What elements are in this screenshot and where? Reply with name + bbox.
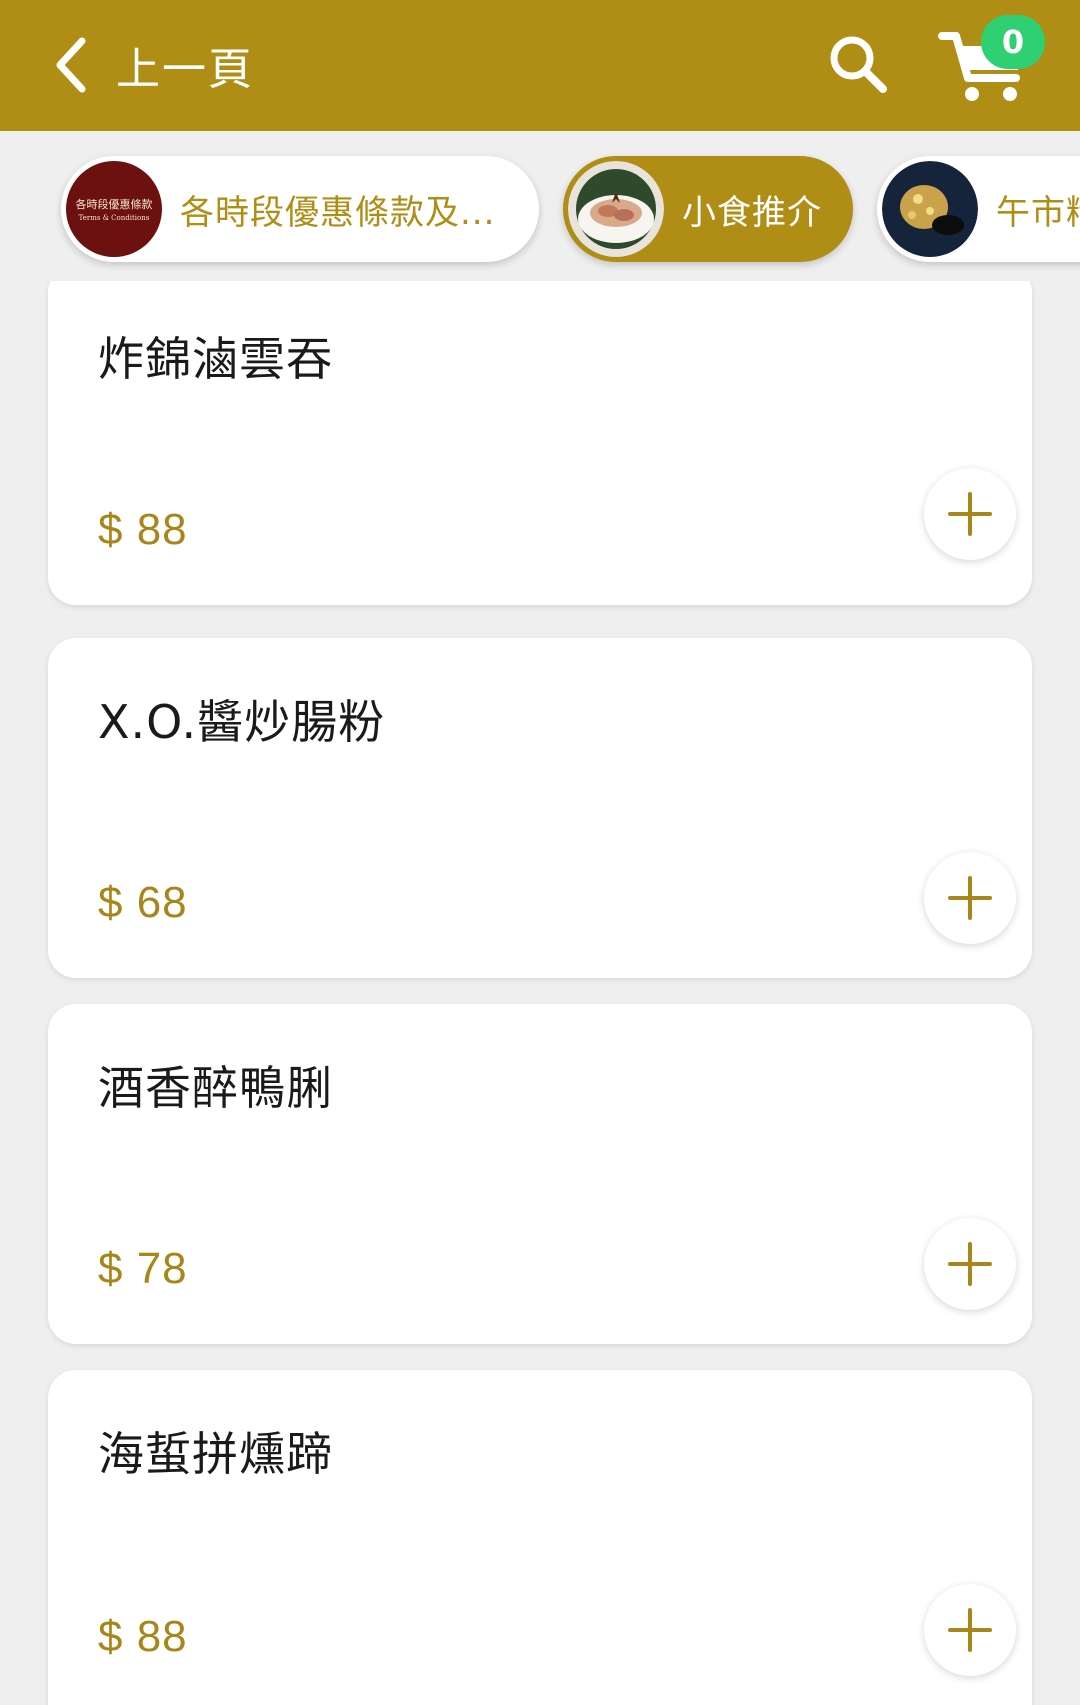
- snacks-thumbnail: [568, 161, 664, 257]
- category-chip-label: 各時段優惠條款及...: [180, 192, 496, 233]
- menu-item-card[interactable]: X.O.醬炒腸粉 $ 68: [48, 638, 1032, 978]
- terms-thumbnail-subtext: Terms & Conditions: [78, 214, 150, 222]
- terms-thumbnail-text: 各時段優惠條款: [75, 198, 153, 211]
- add-to-cart-button[interactable]: [924, 852, 1016, 944]
- back-button[interactable]: 上一頁: [52, 30, 254, 100]
- chevron-left-icon: [56, 37, 86, 93]
- cart-count-badge: 0: [981, 15, 1045, 69]
- menu-item-card[interactable]: 炸錦滷雲吞 $ 88: [48, 281, 1032, 605]
- menu-item-card[interactable]: 海蜇拼燻蹄 $ 88: [48, 1370, 1032, 1705]
- category-chip-label: 小食推介: [682, 192, 822, 233]
- menu-item-list[interactable]: 炸錦滷雲吞 $ 88 X.O.醬炒腸粉 $ 68 酒香醉鴨脷 $ 78 海蜇拼燻…: [0, 281, 1080, 1705]
- plus-icon: [948, 492, 992, 536]
- add-to-cart-button[interactable]: [924, 1218, 1016, 1310]
- menu-item-price: $ 68: [98, 878, 188, 927]
- plus-icon: [948, 876, 992, 920]
- menu-item-price: $ 88: [98, 505, 188, 554]
- menu-item-name: 海蜇拼燻蹄: [98, 1427, 333, 1481]
- category-chip-terms[interactable]: 各時段優惠條款 Terms & Conditions 各時段優惠條款及...: [61, 156, 539, 262]
- top-app-bar: 上一頁 0: [0, 0, 1080, 131]
- category-chip-snacks[interactable]: 小食推介: [563, 156, 853, 262]
- plus-icon: [948, 1242, 992, 1286]
- terms-thumbnail: 各時段優惠條款 Terms & Conditions: [66, 161, 162, 257]
- add-to-cart-button[interactable]: [924, 468, 1016, 560]
- search-button[interactable]: [826, 32, 890, 96]
- menu-item-card[interactable]: 酒香醉鴨脷 $ 78: [48, 1004, 1032, 1344]
- menu-item-name: 酒香醉鴨脷: [98, 1061, 333, 1115]
- add-to-cart-button[interactable]: [924, 1584, 1016, 1676]
- menu-item-name: 炸錦滷雲吞: [98, 332, 333, 386]
- menu-item-price: $ 88: [98, 1612, 188, 1661]
- menu-item-price: $ 78: [98, 1244, 188, 1293]
- category-chip-lunch[interactable]: 午市精: [877, 156, 1080, 262]
- search-icon: [830, 36, 887, 93]
- lunch-thumbnail: [882, 161, 978, 257]
- category-strip[interactable]: 各時段優惠條款 Terms & Conditions 各時段優惠條款及... 小…: [0, 131, 1080, 281]
- back-label: 上一頁: [116, 44, 254, 95]
- category-chip-label: 午市精: [996, 192, 1080, 233]
- menu-item-name: X.O.醬炒腸粉: [98, 695, 386, 749]
- plus-icon: [948, 1608, 992, 1652]
